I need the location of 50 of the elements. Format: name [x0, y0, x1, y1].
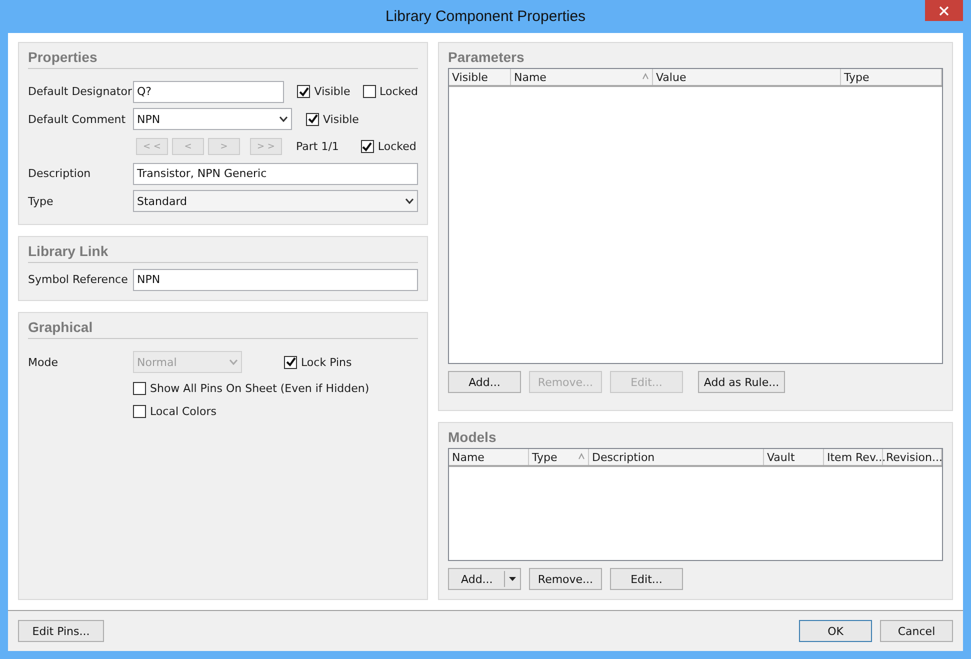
ok-button[interactable]: OK — [799, 620, 872, 642]
add-split-button[interactable]: Add... — [448, 568, 521, 590]
dropdown-arrow-icon — [509, 577, 516, 581]
column-header[interactable]: Vault — [764, 449, 824, 465]
field-label: Description — [28, 167, 92, 180]
close-icon — [939, 6, 949, 16]
check-icon — [308, 114, 318, 124]
column-header[interactable]: Description — [589, 449, 764, 465]
field-label: Symbol Reference — [28, 273, 129, 286]
column-header[interactable]: Type — [529, 449, 589, 465]
description-field[interactable]: Transistor, NPN Generic — [133, 162, 418, 185]
type-dropdown[interactable]: Standard — [133, 190, 418, 212]
column-header[interactable]: Name — [449, 449, 529, 465]
model-button[interactable]: Edit... — [610, 568, 683, 590]
check-icon — [286, 357, 296, 367]
checkbox[interactable]: Show All Pins On Sheet (Even if Hidden) — [133, 382, 370, 394]
column-header[interactable]: Item Rev... — [824, 449, 883, 465]
field-label: Mode — [28, 356, 59, 368]
checkbox[interactable]: Locked — [362, 85, 418, 98]
designator-field[interactable]: Q? — [133, 80, 284, 103]
checkbox[interactable]: Locked — [360, 140, 416, 154]
checkbox[interactable]: Visible — [297, 85, 350, 98]
column-header[interactable]: Type — [841, 69, 942, 85]
section-title: Graphical — [28, 317, 418, 339]
field-label: Type — [28, 194, 54, 208]
comment-dropdown[interactable]: NPN — [133, 108, 292, 130]
section-title: Library Link — [28, 241, 418, 263]
edit-pins-button[interactable]: Edit Pins... — [18, 620, 104, 642]
section-title: Models — [448, 428, 498, 447]
checkbox[interactable]: Lock Pins — [284, 356, 352, 368]
symbol-reference-field[interactable]: NPN — [133, 268, 418, 290]
section-title: Properties — [28, 47, 418, 69]
column-header[interactable]: Name — [511, 69, 653, 85]
check-icon — [298, 86, 309, 97]
column-header[interactable]: Value — [653, 69, 841, 85]
field-label: Default Comment — [28, 112, 127, 126]
window-title: Library Component Properties — [385, 8, 586, 25]
parameter-button[interactable]: Add as Rule... — [698, 371, 785, 393]
checkbox[interactable]: Local Colors — [133, 404, 216, 418]
column-header[interactable]: Revision... — [883, 449, 942, 465]
field-label: Default Designator — [28, 85, 133, 98]
checkbox[interactable]: Visible — [306, 112, 359, 126]
model-button[interactable]: Remove... — [529, 568, 602, 590]
section-title: Parameters — [448, 48, 526, 67]
cancel-button[interactable]: Cancel — [880, 620, 953, 642]
check-icon — [362, 142, 372, 152]
close-button[interactable] — [925, 0, 963, 21]
parameter-button[interactable]: Add... — [448, 371, 521, 393]
column-header[interactable]: Visible — [449, 69, 511, 85]
part-label: Part 1/1 — [296, 140, 339, 154]
